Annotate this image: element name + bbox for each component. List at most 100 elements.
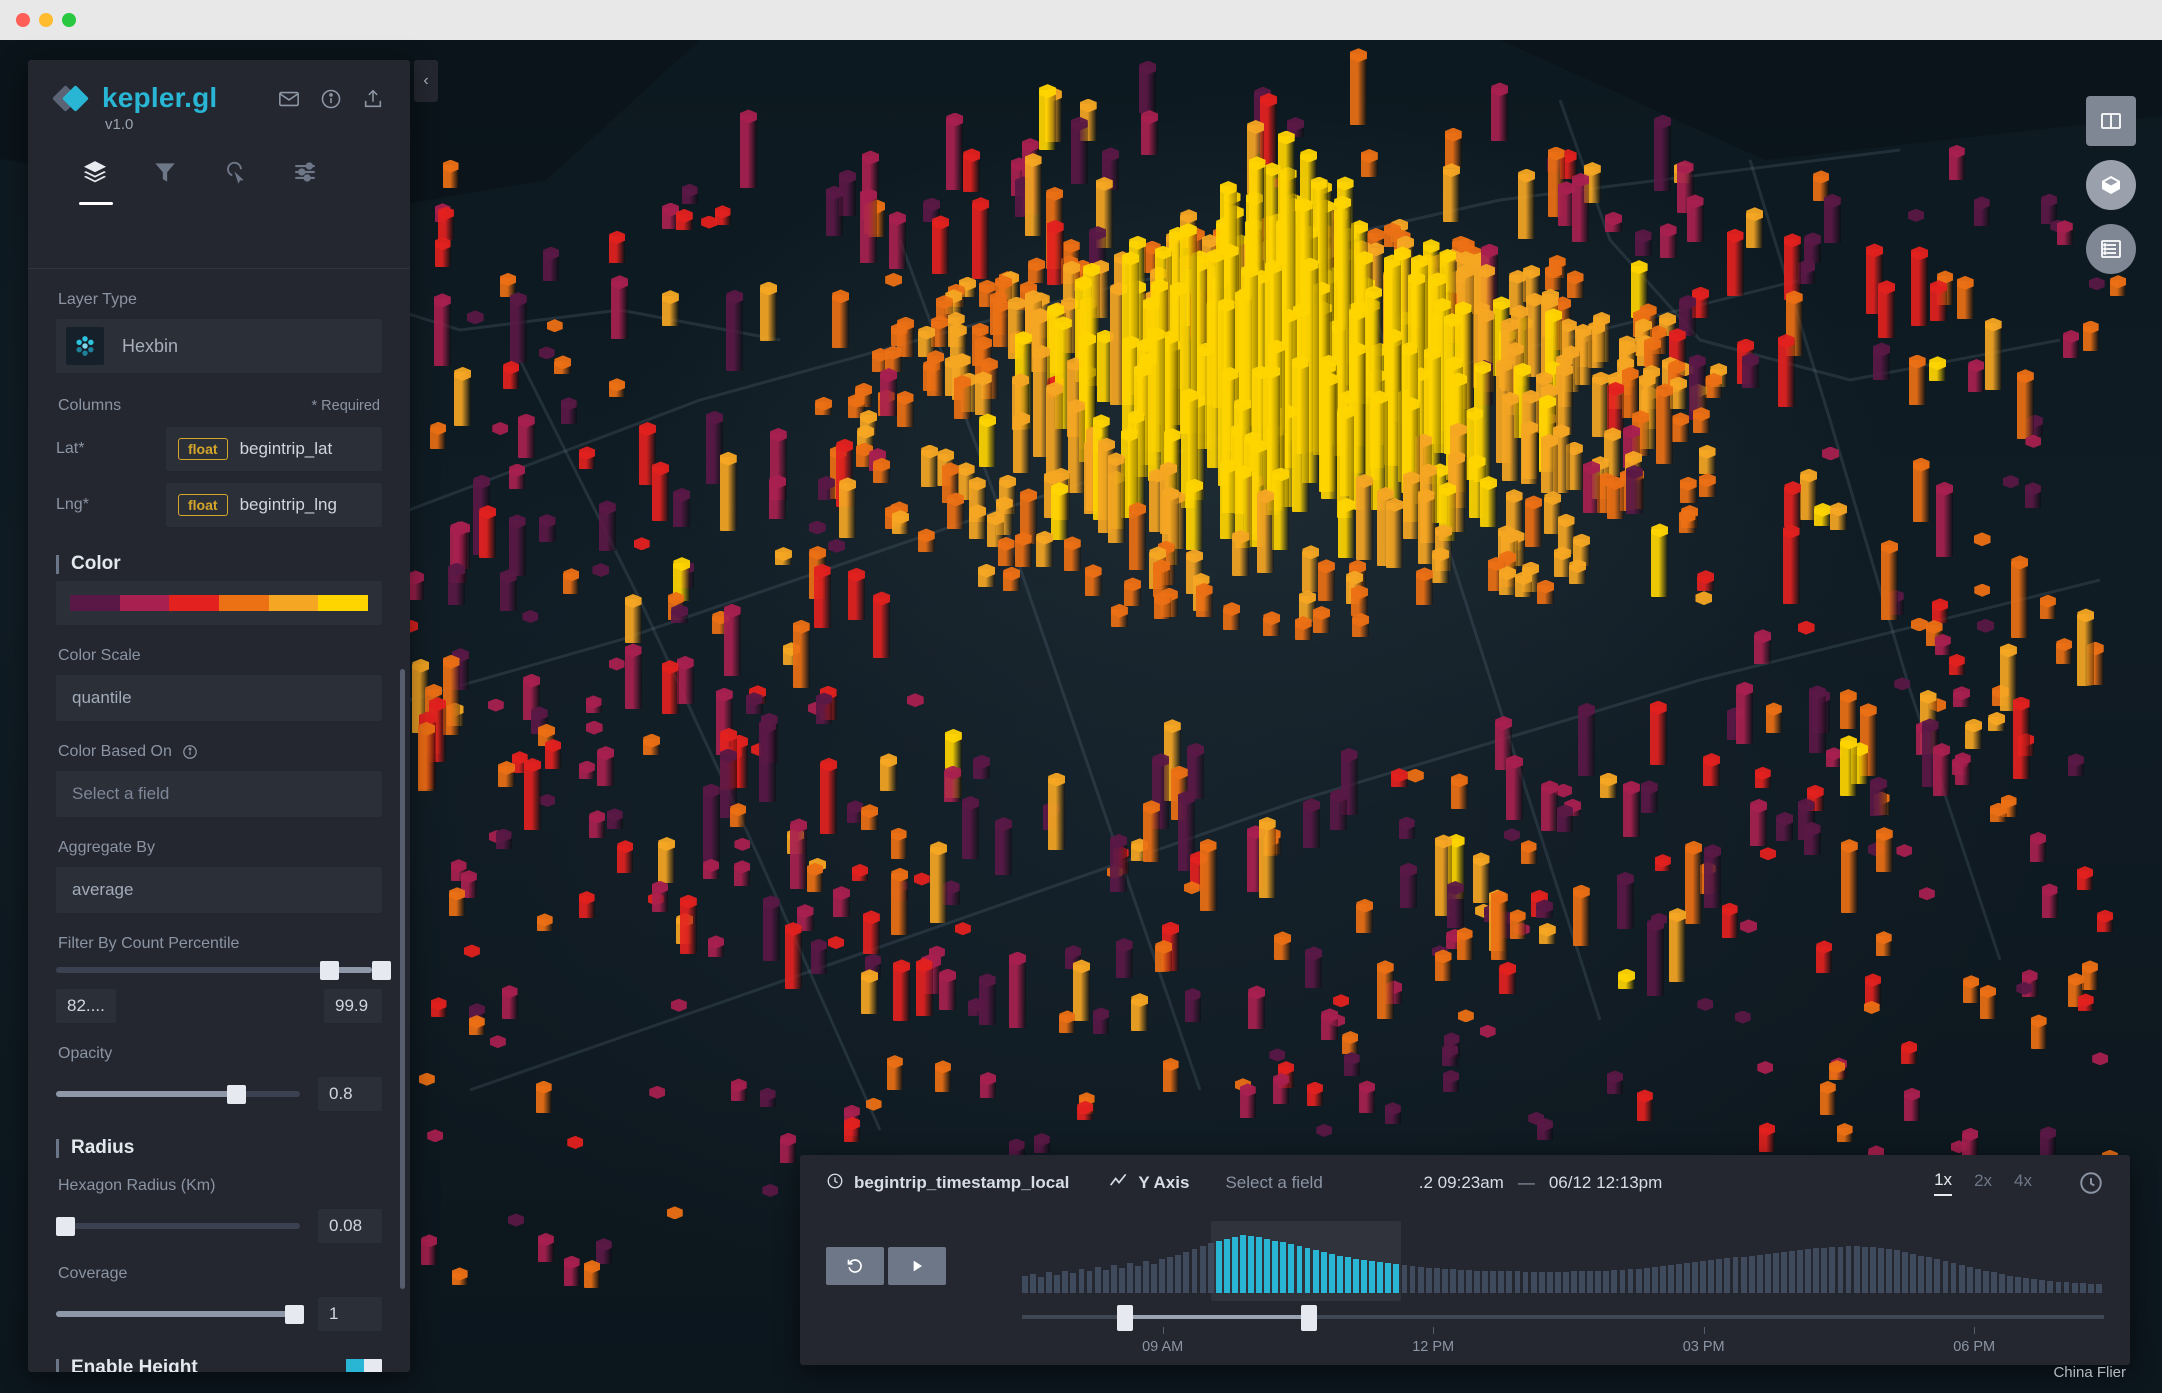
tab-filters[interactable] xyxy=(152,159,182,193)
hexbin-column xyxy=(1654,120,1671,191)
hexbin-cell xyxy=(1908,209,1924,222)
info-icon[interactable] xyxy=(182,744,198,760)
histogram-bar xyxy=(1821,1248,1827,1293)
color-based-on-select[interactable]: Select a field xyxy=(56,771,382,817)
histogram-bar xyxy=(1054,1275,1060,1293)
histogram-bar xyxy=(1393,1264,1399,1293)
histogram-bar xyxy=(1385,1263,1391,1293)
histogram-bar xyxy=(1103,1270,1109,1293)
filter-percentile-min[interactable]: 82.... xyxy=(56,989,116,1023)
histogram-bar xyxy=(1733,1257,1739,1293)
time-handle-start[interactable] xyxy=(1117,1305,1133,1331)
palette-swatch xyxy=(269,595,319,611)
y-axis-select[interactable]: Y Axis xyxy=(1109,1171,1189,1196)
cube-3d-icon[interactable] xyxy=(2086,160,2136,210)
coverage-knob[interactable] xyxy=(285,1305,304,1324)
histogram-bar xyxy=(1999,1274,2005,1293)
panel-scrollbar[interactable] xyxy=(400,669,405,1289)
layer-type-select[interactable]: Hexbin xyxy=(56,319,382,373)
histogram-bar xyxy=(1361,1260,1367,1293)
color-scale-value: quantile xyxy=(72,688,132,708)
hexbin-cell xyxy=(1974,532,1991,546)
opacity-value[interactable]: 0.8 xyxy=(318,1077,382,1111)
histogram-bar xyxy=(2023,1278,2029,1293)
mail-icon[interactable] xyxy=(278,88,300,110)
hexbin-cell xyxy=(1919,887,1935,900)
hexbin-column xyxy=(724,609,741,676)
histogram-bar xyxy=(1854,1246,1860,1293)
histogram-bar xyxy=(2047,1281,2053,1293)
time-field-select[interactable]: begintrip_timestamp_local xyxy=(826,1172,1069,1195)
speed-4x[interactable]: 4x xyxy=(2014,1171,2032,1195)
slider-knob-max[interactable] xyxy=(372,961,391,980)
hexagon-radius-value[interactable]: 0.08 xyxy=(318,1209,382,1243)
time-range-start: .2 09:23am xyxy=(1419,1173,1504,1193)
enable-height-header: Enable Height xyxy=(56,1357,382,1372)
time-range-end: 06/12 12:13pm xyxy=(1549,1173,1662,1193)
opacity-slider[interactable] xyxy=(56,1091,300,1097)
speed-1x[interactable]: 1x xyxy=(1934,1170,1952,1196)
coverage-value[interactable]: 1 xyxy=(318,1297,382,1331)
hexbin-cell xyxy=(762,1184,778,1197)
split-map-icon[interactable] xyxy=(2086,96,2136,146)
histogram-bar xyxy=(1547,1272,1553,1293)
minimize-window-button[interactable] xyxy=(39,13,53,27)
speed-2x[interactable]: 2x xyxy=(1974,1171,1992,1195)
palette-swatch xyxy=(169,595,219,611)
enable-height-title: Enable Height xyxy=(71,1357,198,1372)
hexbin-column xyxy=(1650,706,1667,765)
tab-layers[interactable] xyxy=(82,159,112,193)
info-icon[interactable] xyxy=(320,88,342,110)
field-type-chip: float xyxy=(178,494,228,516)
histogram-bar xyxy=(1111,1265,1117,1293)
hexagon-radius-slider[interactable] xyxy=(56,1223,300,1229)
maximize-window-button[interactable] xyxy=(62,13,76,27)
map-legend-icon[interactable] xyxy=(2086,224,2136,274)
collapse-panel-icon[interactable]: ‹ xyxy=(414,60,438,102)
y-axis-value[interactable]: Select a field xyxy=(1225,1173,1322,1193)
filter-percentile-max[interactable]: 99.9 xyxy=(324,989,382,1023)
enable-height-toggle[interactable] xyxy=(346,1359,382,1372)
coverage-slider[interactable] xyxy=(56,1311,300,1317)
color-palette-select[interactable] xyxy=(56,581,382,625)
hexagon-radius-label: Hexagon Radius (Km) xyxy=(58,1177,382,1195)
axis-tick-label: 03 PM xyxy=(1683,1339,1725,1355)
close-window-button[interactable] xyxy=(16,13,30,27)
histogram-bar xyxy=(1466,1270,1472,1293)
play-icon[interactable] xyxy=(888,1247,946,1285)
histogram-bar xyxy=(1967,1267,1973,1293)
lng-field-select[interactable]: float begintrip_lng xyxy=(166,483,382,527)
hexbin-cell xyxy=(522,610,538,623)
hexbin-cell xyxy=(1977,619,1994,633)
filter-percentile-slider[interactable] xyxy=(56,967,382,973)
layer-settings-scroll[interactable]: Layer Type Hexbin Columns * Required xyxy=(28,269,410,1372)
hexbin-column xyxy=(1506,760,1523,820)
opacity-slider-row: 0.8 xyxy=(56,1077,382,1111)
share-icon[interactable] xyxy=(362,88,384,110)
histogram-bar xyxy=(1878,1248,1884,1293)
opacity-knob[interactable] xyxy=(227,1085,246,1104)
tab-interactions[interactable] xyxy=(222,159,252,193)
time-histogram[interactable] xyxy=(1022,1229,2104,1293)
histogram-bar xyxy=(1894,1250,1900,1293)
slider-knob-min[interactable] xyxy=(320,961,339,980)
hexbin-cell xyxy=(2089,277,2105,290)
slider-track[interactable] xyxy=(56,967,382,973)
histogram-bar xyxy=(1337,1256,1343,1293)
aggregate-by-select[interactable]: average xyxy=(56,867,382,913)
lat-field-select[interactable]: float begintrip_lat xyxy=(166,427,382,471)
hexbin-column xyxy=(2017,375,2034,439)
time-handle-end[interactable] xyxy=(1301,1305,1317,1331)
reset-icon[interactable] xyxy=(826,1247,884,1285)
color-scale-select[interactable]: quantile xyxy=(56,675,382,721)
hexbin-column xyxy=(1129,508,1146,570)
hexbin-column xyxy=(962,802,979,860)
side-panel-header: kepler.gl v1.0 xyxy=(28,60,410,193)
histogram-bar xyxy=(1870,1247,1876,1293)
hexagon-radius-knob[interactable] xyxy=(56,1217,75,1236)
histogram-bar xyxy=(1523,1272,1529,1293)
speed-clock-icon[interactable] xyxy=(2078,1170,2104,1196)
tab-basemap[interactable] xyxy=(292,159,322,193)
hexbin-cell xyxy=(907,693,924,707)
time-range-slider[interactable] xyxy=(1022,1307,2104,1329)
